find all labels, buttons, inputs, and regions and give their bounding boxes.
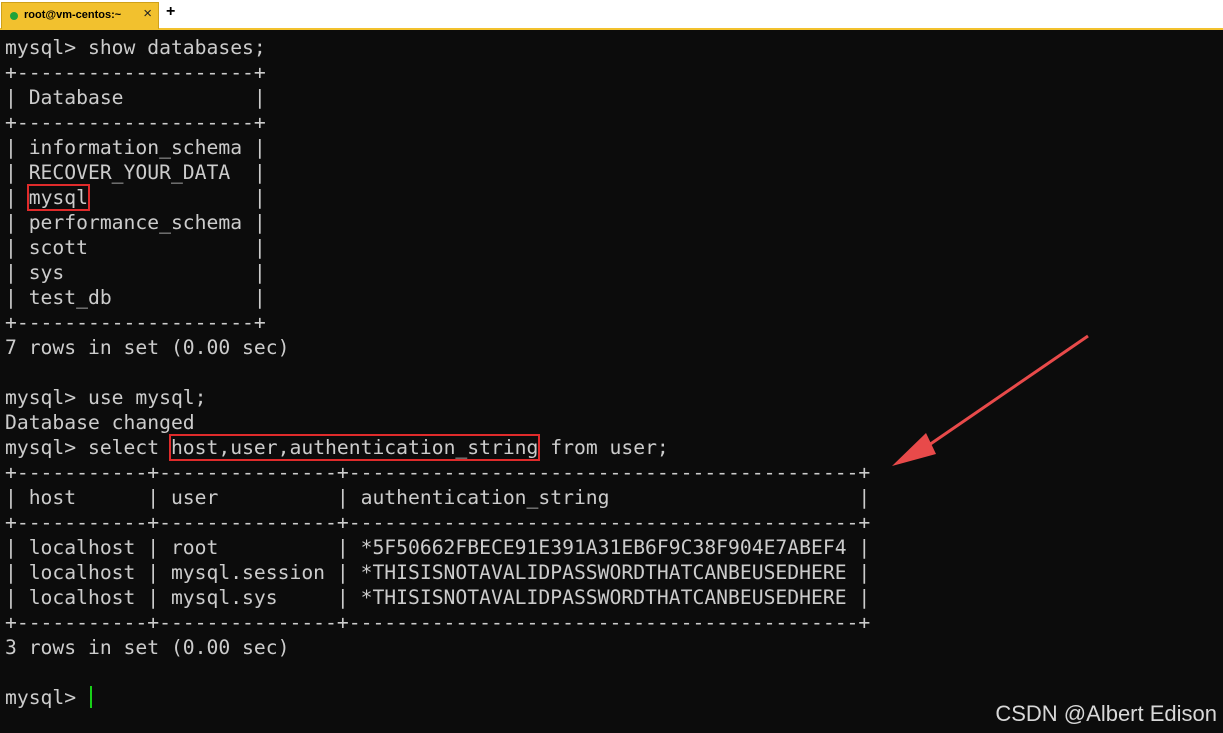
terminal-line: +-----------+---------------+-----------… xyxy=(5,611,871,634)
highlight-box: mysql xyxy=(26,184,90,211)
terminal-line: mysql> xyxy=(5,685,870,710)
terminal-line: | information_schema | xyxy=(5,136,266,159)
terminal-line: mysql> show databases; xyxy=(5,36,266,59)
terminal-line: | RECOVER_YOUR_DATA | xyxy=(5,161,266,184)
terminal-line: +-----------+---------------+-----------… xyxy=(5,461,871,484)
new-tab-button[interactable]: + xyxy=(166,3,175,21)
terminal-line: +--------------------+ xyxy=(5,111,266,134)
cursor-icon xyxy=(89,686,92,708)
terminal-line: | localhost | root | *5F50662FBECE91E391… xyxy=(5,536,871,559)
terminal-line: | localhost | mysql.session | *THISISNOT… xyxy=(5,561,871,584)
terminal-output[interactable]: mysql> show databases; +-----------------… xyxy=(5,35,870,710)
terminal-line: | localhost | mysql.sys | *THISISNOTAVAL… xyxy=(5,586,871,609)
terminal-line: Database changed xyxy=(5,411,195,434)
terminal-line: | host | user | authentication_string | xyxy=(5,486,871,509)
terminal-line: +--------------------+ xyxy=(5,61,266,84)
terminal-text: | xyxy=(87,186,266,209)
annotation-arrow-icon xyxy=(892,334,1089,466)
highlight-box: host,user,authentication_string xyxy=(168,434,541,461)
terminal-text: from user; xyxy=(538,436,669,459)
terminal-text: | xyxy=(5,186,29,209)
terminal-line: | mysql | xyxy=(5,184,870,211)
tab-title: root@vm-centos:~ xyxy=(24,9,122,21)
tab-bar: root@vm-centos:~ × + xyxy=(0,0,1223,30)
terminal-text: mysql> select xyxy=(5,436,171,459)
connection-status-icon xyxy=(10,12,18,20)
close-tab-icon[interactable]: × xyxy=(143,5,152,22)
terminal-line: | sys | xyxy=(5,261,266,284)
terminal-line: +--------------------+ xyxy=(5,311,266,334)
terminal-line: 3 rows in set (0.00 sec) xyxy=(5,636,290,659)
terminal-line: | Database | xyxy=(5,86,266,109)
terminal-line: | test_db | xyxy=(5,286,266,309)
terminal-line: +-----------+---------------+-----------… xyxy=(5,511,871,534)
terminal-tab[interactable]: root@vm-centos:~ × xyxy=(1,2,159,29)
terminal-line: mysql> use mysql; xyxy=(5,386,207,409)
terminal-line: | scott | xyxy=(5,236,266,259)
terminal-line: 7 rows in set (0.00 sec) xyxy=(5,336,290,359)
watermark: CSDN @Albert Edison xyxy=(995,701,1217,726)
terminal-line: | performance_schema | xyxy=(5,211,266,234)
terminal-line: mysql> select host,user,authentication_s… xyxy=(5,434,870,461)
